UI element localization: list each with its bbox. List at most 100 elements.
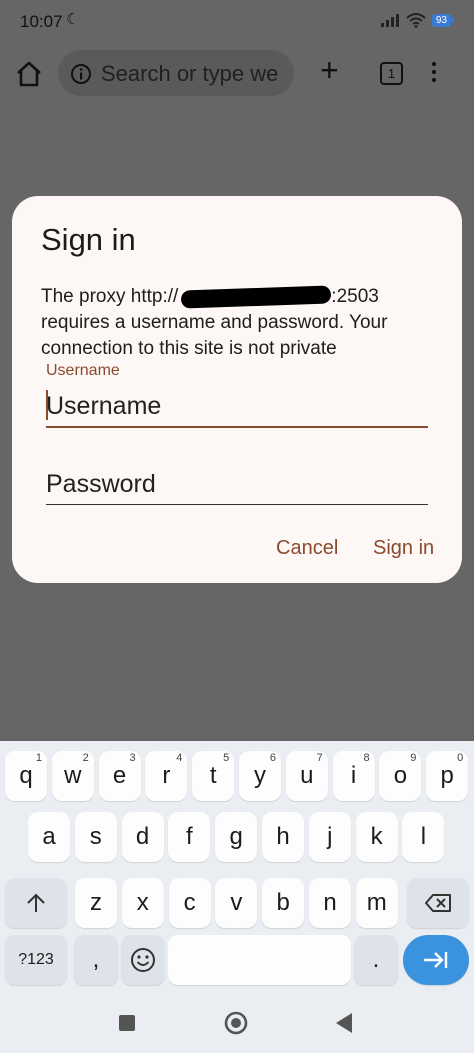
key-g[interactable]: g	[215, 812, 258, 862]
shift-key[interactable]	[5, 878, 67, 928]
next-field-key[interactable]	[403, 935, 469, 985]
omnibox[interactable]: Search or type we	[58, 50, 294, 96]
key-label: k	[370, 823, 383, 850]
key-x[interactable]: x	[121, 878, 164, 928]
username-placeholder: Username	[46, 392, 162, 420]
key-label: q	[19, 762, 33, 789]
key-s[interactable]: s	[74, 812, 117, 862]
sign-in-dialog: Sign in The proxy http:// :2503 requires …	[12, 196, 462, 583]
key-label: l	[420, 823, 427, 850]
space-key[interactable]	[168, 935, 351, 985]
key-label: z	[90, 889, 102, 916]
omnibox-placeholder: Search or type we	[101, 61, 279, 86]
key-d[interactable]: d	[121, 812, 164, 862]
key-hint-number: 3	[129, 752, 136, 764]
key-label: w	[64, 762, 82, 789]
key-label: d	[135, 823, 150, 850]
battery-level: 93	[431, 13, 451, 27]
key-label: i	[350, 762, 357, 789]
emoji-key[interactable]	[121, 935, 165, 985]
key-p[interactable]: p0	[426, 751, 469, 801]
key-k[interactable]: k	[355, 812, 398, 862]
key-label: t	[209, 762, 217, 789]
system-nav-bar	[0, 998, 474, 1053]
tab-switcher-button[interactable]: 1	[380, 62, 403, 85]
tab-count: 1	[387, 66, 396, 81]
key-label: p	[440, 762, 454, 789]
key-label: h	[276, 823, 290, 850]
key-b[interactable]: b	[262, 878, 305, 928]
key-q[interactable]: q1	[5, 751, 47, 801]
symbols-key[interactable]: ?123	[5, 935, 67, 985]
key-label: j	[327, 823, 333, 850]
key-h[interactable]: h	[262, 812, 304, 862]
redacted-host	[181, 285, 332, 309]
key-r[interactable]: r4	[145, 751, 188, 801]
key-hint-number: 8	[363, 752, 370, 764]
key-n[interactable]: n	[309, 878, 351, 928]
key-hint-number: 9	[410, 752, 417, 764]
key-label: c	[183, 889, 196, 916]
key-v[interactable]: v	[215, 878, 258, 928]
key-label: r	[162, 762, 171, 789]
home-icon[interactable]	[14, 60, 44, 88]
status-bar: 10:07 ☾ 93	[0, 0, 474, 44]
home-circle-icon[interactable]	[224, 1011, 248, 1035]
recents-square-icon[interactable]	[118, 1014, 136, 1032]
key-label: n	[323, 889, 337, 916]
key-j[interactable]: j	[308, 812, 351, 862]
cancel-button[interactable]: Cancel	[276, 537, 338, 560]
password-field[interactable]: Password	[46, 464, 428, 505]
battery-icon: 93	[431, 13, 454, 27]
sign-in-button[interactable]: Sign in	[373, 537, 434, 560]
key-hint-number: 1	[35, 752, 42, 764]
key-y[interactable]: y6	[239, 751, 281, 801]
key-hint-number: 4	[176, 752, 183, 764]
password-placeholder: Password	[46, 470, 156, 498]
key-label: u	[300, 762, 314, 789]
key-t[interactable]: t5	[192, 751, 235, 801]
new-tab-plus-icon[interactable]: +	[320, 54, 339, 86]
key-hint-number: 0	[457, 752, 464, 764]
more-menu-icon[interactable]	[432, 62, 436, 86]
backspace-icon	[425, 894, 451, 912]
message-port: :2503	[331, 286, 379, 307]
key-w[interactable]: w2	[51, 751, 94, 801]
key-i[interactable]: i8	[332, 751, 375, 801]
key-l[interactable]: l	[402, 812, 445, 862]
period-key[interactable]: .	[354, 935, 398, 985]
key-label: x	[136, 889, 149, 916]
back-triangle-icon[interactable]	[334, 1012, 354, 1034]
dnd-moon-icon: ☾	[66, 11, 80, 28]
key-u[interactable]: u7	[285, 751, 328, 801]
key-a[interactable]: a	[28, 812, 70, 862]
key-label: o	[393, 762, 408, 789]
key-hint-number: 6	[269, 752, 276, 764]
message-rest: requires a username and password. Your c…	[41, 312, 388, 359]
info-icon[interactable]	[70, 63, 92, 85]
key-z[interactable]: z	[75, 878, 117, 928]
dialog-title: Sign in	[41, 222, 136, 257]
key-m[interactable]: m	[355, 878, 398, 928]
browser-toolbar: Search or type we + 1	[0, 48, 474, 102]
dialog-message: The proxy http:// :2503 requires a userna…	[41, 284, 446, 362]
backspace-key[interactable]	[407, 878, 469, 928]
key-c[interactable]: c	[168, 878, 211, 928]
username-floating-label: Username	[46, 362, 120, 379]
status-time: 10:07	[20, 12, 63, 31]
key-f[interactable]: f	[168, 812, 211, 862]
comma-key[interactable]: ,	[74, 935, 118, 985]
message-prefix: The proxy http://	[41, 286, 179, 307]
key-label: g	[229, 823, 243, 850]
key-e[interactable]: e3	[98, 751, 141, 801]
key-hint-number: 7	[316, 752, 323, 764]
key-label: s	[89, 823, 102, 850]
status-icons: 93	[380, 12, 454, 28]
key-hint-number: 2	[82, 752, 89, 764]
key-o[interactable]: o9	[379, 751, 422, 801]
tab-next-icon	[424, 952, 448, 968]
username-field[interactable]: Username	[46, 386, 428, 428]
key-label: f	[186, 823, 193, 850]
key-label: a	[42, 823, 56, 850]
key-label: e	[112, 762, 127, 789]
